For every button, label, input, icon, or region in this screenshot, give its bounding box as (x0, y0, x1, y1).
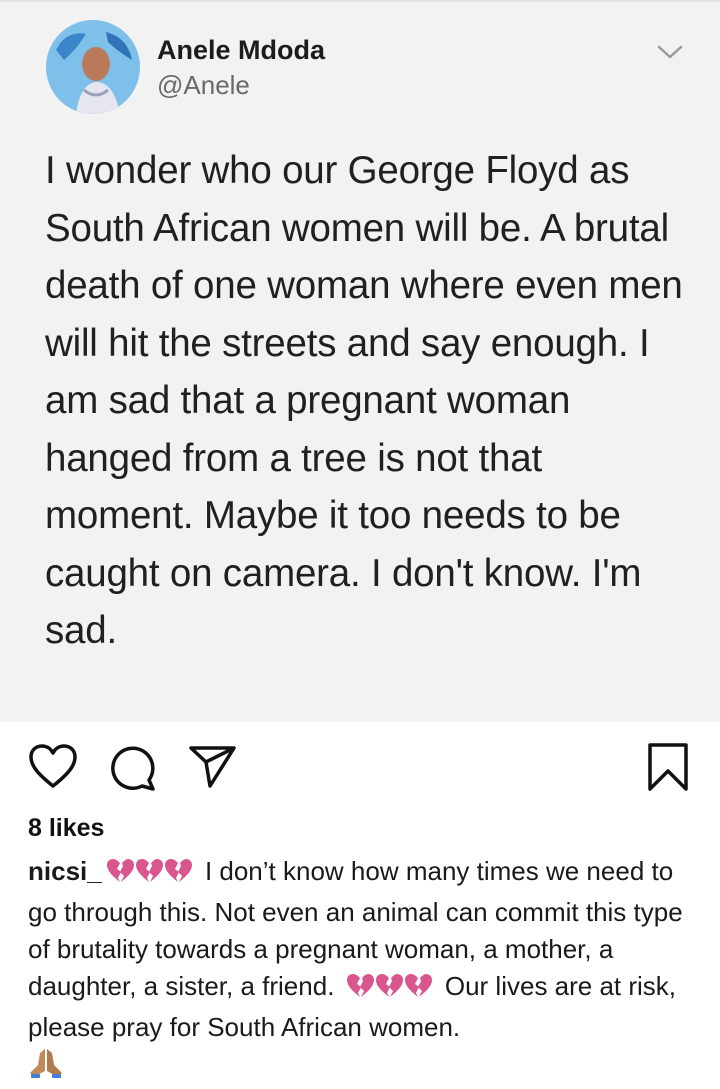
chevron-down-icon[interactable] (656, 42, 684, 62)
author-name: Anele Mdoda (157, 35, 326, 65)
broken-heart-icon (346, 972, 434, 1009)
praying-hands-icon (28, 1047, 64, 1089)
author-handle: @Anele (157, 70, 250, 100)
post-caption: nicsi_ I don’t know how many times we ne… (28, 853, 700, 1089)
avatar[interactable] (46, 20, 140, 114)
post-action-bar (0, 740, 720, 800)
bookmark-icon[interactable] (646, 742, 690, 792)
tweet-screenshot: Anele Mdoda @Anele I wonder who our Geor… (0, 0, 720, 722)
caption-username[interactable]: nicsi_ (28, 856, 102, 886)
comment-icon[interactable] (108, 744, 158, 792)
likes-count[interactable]: 8 likes (28, 814, 104, 843)
tweet-text: I wonder who our George Floyd as South A… (45, 149, 683, 652)
share-icon[interactable] (188, 744, 238, 790)
broken-heart-icon (106, 857, 194, 894)
heart-outline-icon[interactable] (28, 744, 78, 790)
